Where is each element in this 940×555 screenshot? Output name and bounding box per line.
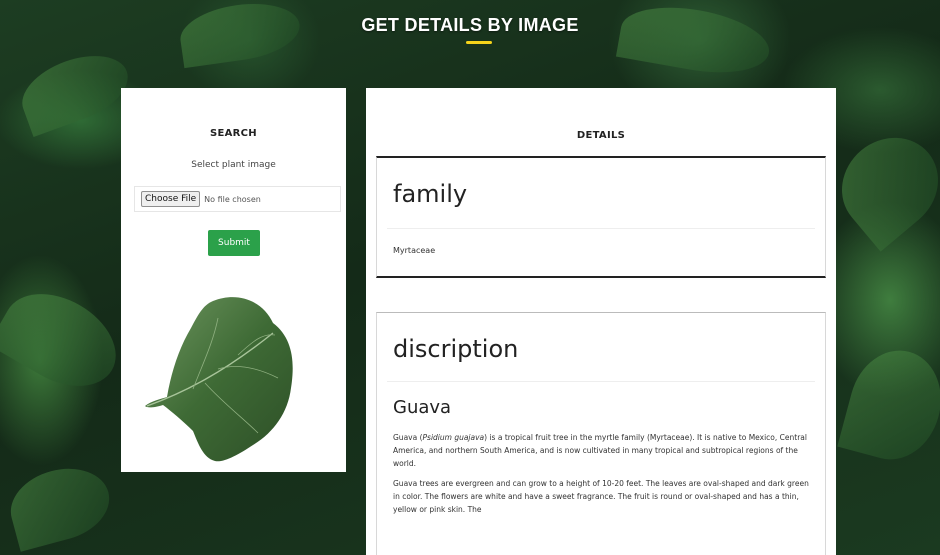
divider [387, 381, 815, 382]
uploaded-leaf-image [145, 297, 293, 462]
family-heading: family [393, 180, 468, 208]
page-title: GET DETAILS BY IMAGE [361, 15, 579, 35]
divider [387, 228, 815, 229]
paragraph-text: Guava ( [393, 433, 423, 442]
description-paragraph-1: Guava (Psidium guajava) is a tropical fr… [393, 431, 813, 470]
file-status: No file chosen [204, 194, 261, 204]
family-card: family Myrtaceae [376, 156, 826, 278]
select-image-label: Select plant image [191, 160, 276, 170]
background-leaf [822, 118, 940, 252]
title-accent-bar [466, 41, 492, 44]
description-card: discription Guava Guava (Psidium guajava… [376, 312, 826, 555]
background-leaf [615, 0, 775, 83]
details-panel: DETAILS family Myrtaceae discription Gua… [366, 88, 836, 555]
scientific-name: Psidium guajava [422, 433, 485, 442]
details-heading: DETAILS [576, 130, 626, 141]
family-value: Myrtaceae [393, 246, 436, 255]
submit-button[interactable]: Submit [208, 230, 260, 256]
choose-file-button[interactable]: Choose File [141, 191, 201, 207]
file-input[interactable]: Choose File No file chosen [134, 186, 341, 212]
search-panel: SEARCH Select plant image Choose File No… [121, 88, 346, 472]
description-paragraph-2: Guava trees are evergreen and can grow t… [393, 479, 809, 514]
search-heading: SEARCH [210, 128, 257, 139]
plant-name: Guava [393, 397, 452, 418]
background-leaf [837, 340, 940, 470]
background-leaf [13, 42, 137, 138]
background-leaf [0, 275, 132, 405]
description-heading: discription [393, 335, 519, 363]
background-leaf [2, 458, 118, 552]
